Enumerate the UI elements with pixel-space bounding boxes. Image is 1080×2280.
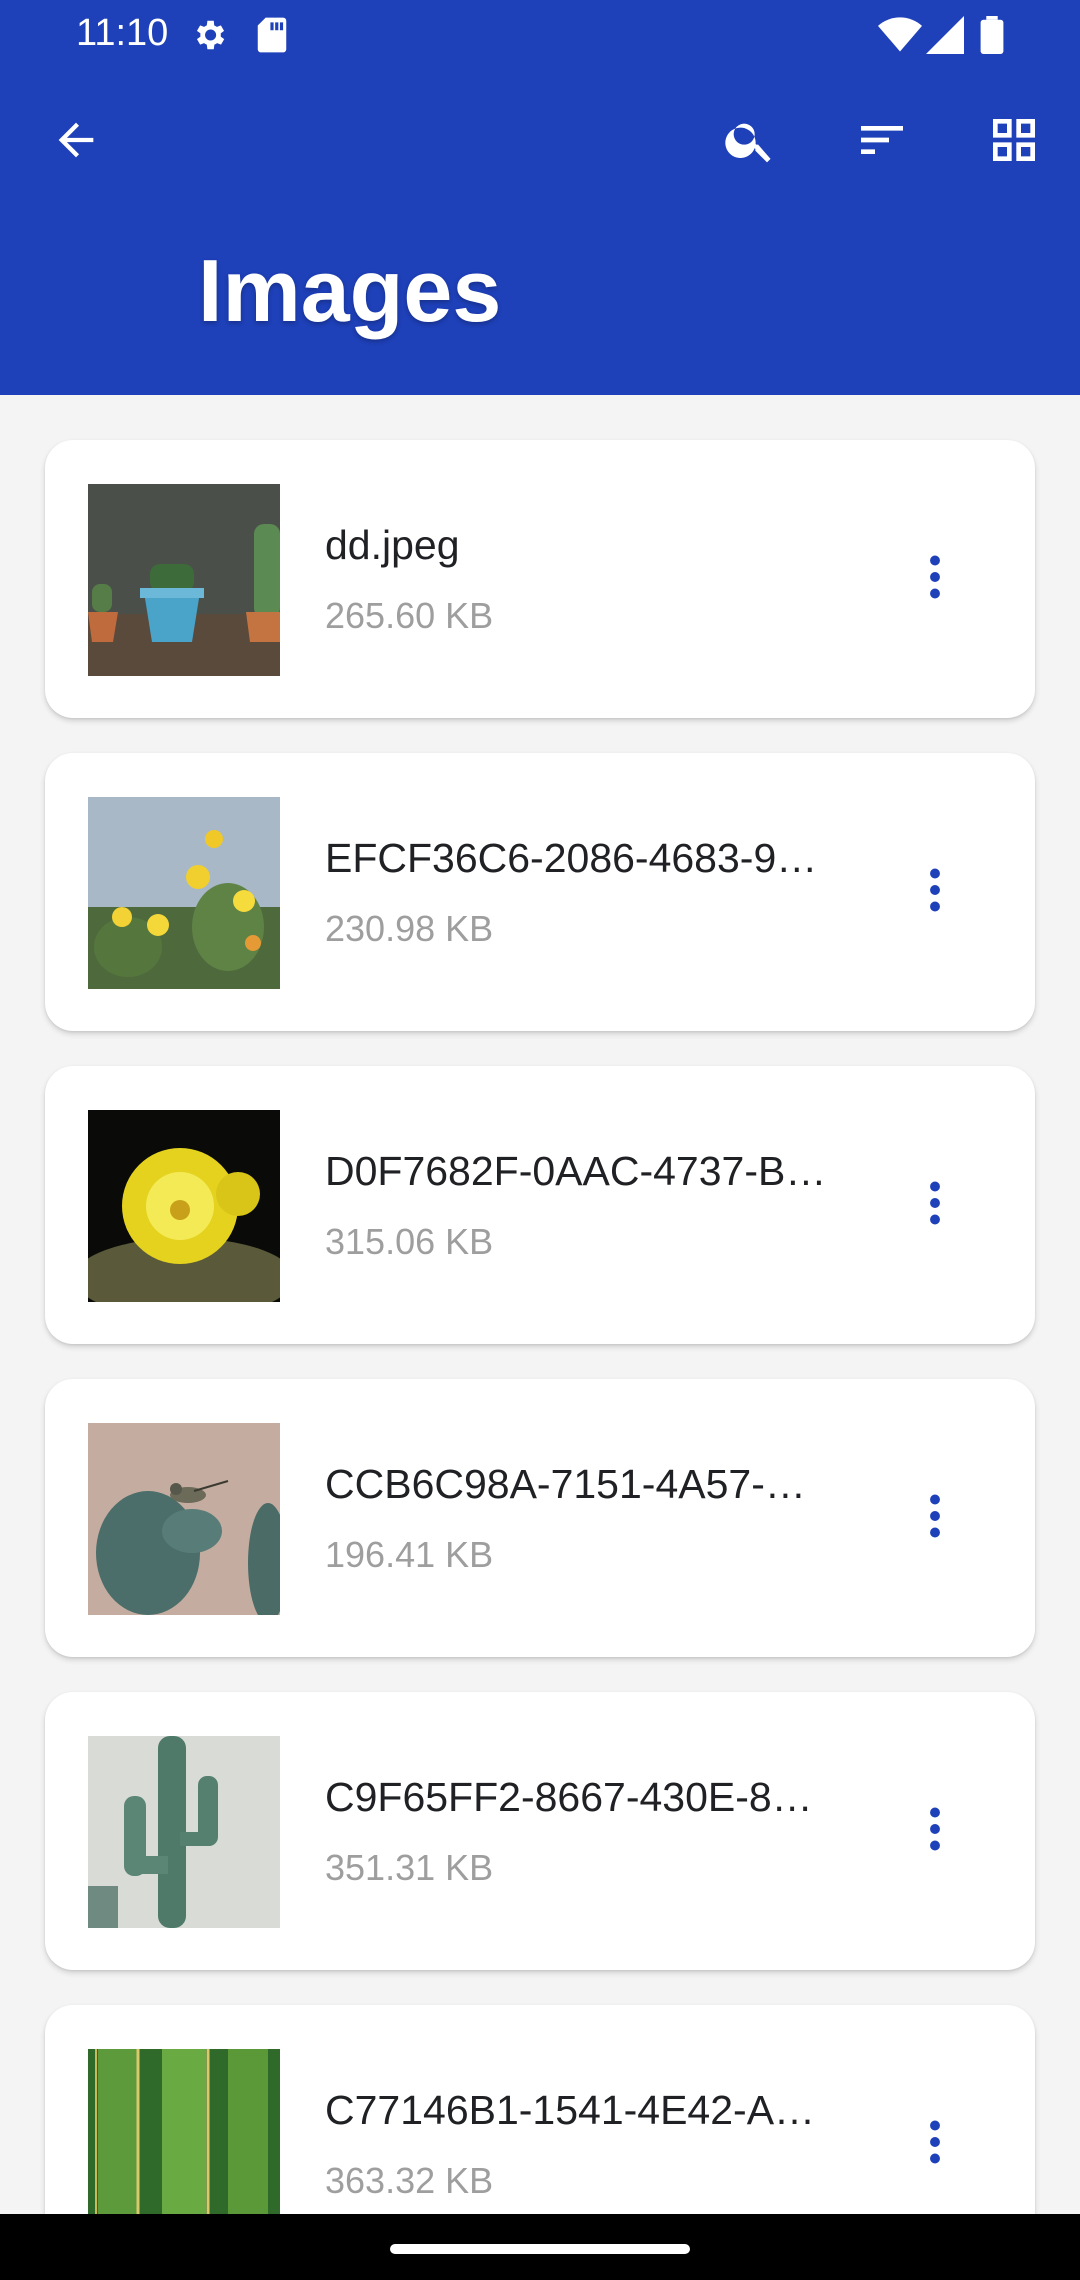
back-arrow-icon [50, 114, 102, 171]
file-size: 265.60 KB [325, 595, 494, 636]
file-size: 230.98 KB [325, 908, 494, 949]
back-button[interactable] [36, 102, 116, 182]
more-vert-icon [928, 1807, 942, 1856]
grid-view-icon [986, 112, 1042, 173]
search-button[interactable] [710, 102, 790, 182]
status-time: 11:10 [76, 12, 169, 54]
more-vert-icon [928, 2120, 942, 2169]
more-vert-icon [928, 555, 942, 604]
more-options-button[interactable] [890, 534, 980, 624]
file-card[interactable]: dd.jpeg 265.60 KB [45, 440, 1035, 718]
file-card[interactable]: D0F7682F-0AAC-4737-B… 315.06 KB [45, 1066, 1035, 1344]
file-name: D0F7682F-0AAC-4737-B… [325, 1148, 827, 1194]
file-name: C77146B1-1541-4E42-A… [325, 2087, 816, 2133]
status-bar: 11:10 [0, 0, 1080, 70]
grid-view-button[interactable] [974, 102, 1054, 182]
more-options-button[interactable] [890, 847, 980, 937]
cell-signal-icon [926, 16, 964, 59]
more-vert-icon [928, 1494, 942, 1543]
page-title: Images [198, 241, 502, 340]
sort-button[interactable] [842, 102, 922, 182]
more-options-button[interactable] [890, 1473, 980, 1563]
file-size: 363.32 KB [325, 2160, 494, 2201]
file-name: C9F65FF2-8667-430E-8… [325, 1774, 813, 1820]
file-card[interactable]: EFCF36C6-2086-4683-9… 230.98 KB [45, 753, 1035, 1031]
sd-card-icon [255, 16, 289, 59]
file-size: 315.06 KB [325, 1221, 494, 1262]
file-card[interactable]: CCB6C98A-7151-4A57-… 196.41 KB [45, 1379, 1035, 1657]
file-size: 196.41 KB [325, 1534, 494, 1575]
file-card[interactable]: C9F65FF2-8667-430E-8… 351.31 KB [45, 1692, 1035, 1970]
file-name: dd.jpeg [325, 522, 460, 568]
file-size: 351.31 KB [325, 1847, 494, 1888]
file-thumbnail [88, 2049, 280, 2215]
more-options-button[interactable] [890, 1786, 980, 1876]
file-thumbnail [88, 484, 280, 676]
file-card[interactable]: C77146B1-1541-4E42-A… 363.32 KB [45, 2005, 1035, 2215]
more-options-button[interactable] [890, 2099, 980, 2189]
app-bar: 11:10 Images [0, 0, 1080, 395]
file-thumbnail [88, 1110, 280, 1302]
gear-icon [190, 16, 228, 59]
home-gesture-handle[interactable] [390, 2244, 690, 2254]
more-vert-icon [928, 868, 942, 917]
battery-icon [980, 16, 1004, 59]
sort-icon [854, 112, 910, 173]
more-vert-icon [928, 1181, 942, 1230]
file-list: dd.jpeg 265.60 KB EFCF36C6-2086-4683-9… … [0, 395, 1080, 2215]
more-options-button[interactable] [890, 1160, 980, 1250]
file-thumbnail [88, 1423, 280, 1615]
search-icon [722, 112, 778, 173]
file-thumbnail [88, 1736, 280, 1928]
file-name: CCB6C98A-7151-4A57-… [325, 1461, 806, 1507]
wifi-icon [878, 16, 922, 59]
system-navigation-bar [0, 2214, 1080, 2280]
file-thumbnail [88, 797, 280, 989]
file-name: EFCF36C6-2086-4683-9… [325, 835, 818, 881]
